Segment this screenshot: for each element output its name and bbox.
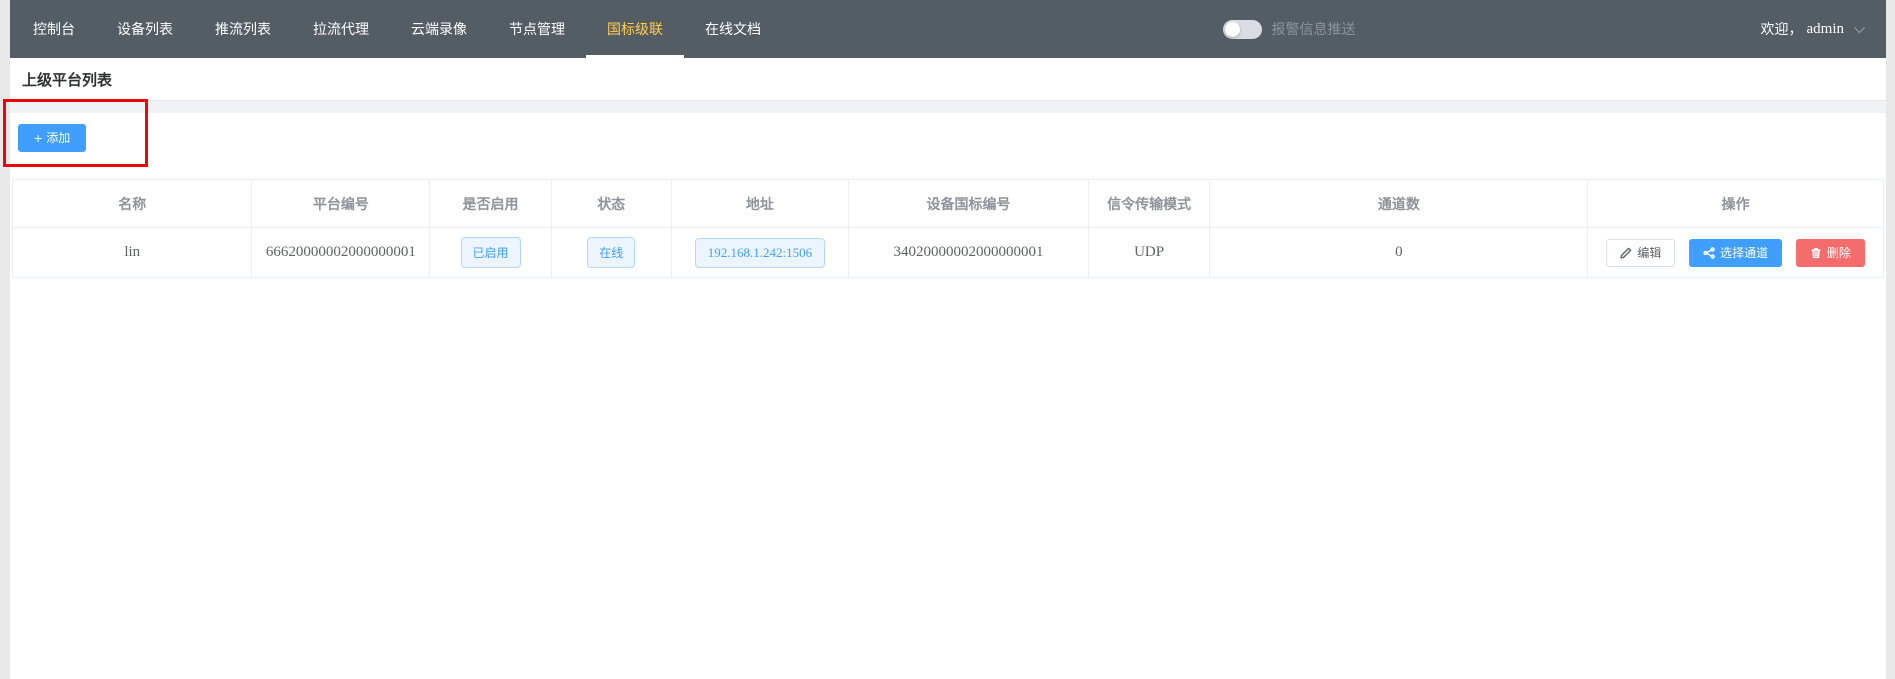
cell-platform-id: 66620000002000000001	[252, 228, 430, 278]
user-menu[interactable]: 欢迎， admin	[1761, 0, 1887, 58]
top-navbar: 控制台 设备列表 推流列表 拉流代理 云端录像 节点管理 国标级联 在线文档 报…	[10, 0, 1886, 58]
username: admin	[1807, 21, 1845, 38]
tab-gb-cascade[interactable]: 国标级联	[586, 0, 684, 58]
platform-table: 名称 平台编号 是否启用 状态 地址 设备国标编号 信令传输模式 通道数 操作 …	[12, 179, 1884, 278]
tab-device-list[interactable]: 设备列表	[96, 0, 194, 58]
column-header-name: 名称	[13, 180, 252, 228]
page-title: 上级平台列表	[22, 69, 112, 90]
add-button-label: 添加	[46, 132, 70, 144]
share-icon	[1703, 247, 1715, 259]
cell-status: 在线	[551, 228, 671, 278]
cell-actions: 编辑	[1588, 228, 1884, 278]
address-badge[interactable]: 192.168.1.242:1506	[695, 238, 825, 268]
edit-button[interactable]: 编辑	[1606, 239, 1675, 267]
section-divider	[10, 101, 1886, 113]
chevron-down-icon	[1854, 22, 1865, 33]
tab-console[interactable]: 控制台	[12, 0, 96, 58]
alarm-push-toggle[interactable]	[1223, 20, 1262, 39]
cell-address: 192.168.1.242:1506	[671, 228, 849, 278]
column-header-address: 地址	[671, 180, 849, 228]
tab-pull-proxy[interactable]: 拉流代理	[292, 0, 390, 58]
column-header-enabled: 是否启用	[430, 180, 552, 228]
enabled-badge[interactable]: 已启用	[461, 237, 521, 268]
table-header-row: 名称 平台编号 是否启用 状态 地址 设备国标编号 信令传输模式 通道数 操作	[13, 180, 1884, 228]
cell-transport: UDP	[1088, 228, 1210, 278]
column-header-actions: 操作	[1588, 180, 1884, 228]
cell-device-gb-id: 34020000002000000001	[849, 228, 1088, 278]
delete-button[interactable]: 删除	[1796, 239, 1865, 267]
alarm-push-label: 报警信息推送	[1272, 19, 1356, 39]
plus-icon: +	[34, 131, 42, 145]
trash-icon	[1810, 247, 1822, 259]
cell-enabled: 已启用	[430, 228, 552, 278]
table-row: lin 66620000002000000001 已启用 在线 192.168.…	[13, 228, 1884, 278]
toggle-knob-icon	[1225, 22, 1240, 37]
column-header-platform-id: 平台编号	[252, 180, 430, 228]
delete-button-label: 删除	[1827, 247, 1851, 259]
main-content: + 添加 名称 平台编号 是否启用 状态 地址 设备国标编号 信令传输模式 通道…	[10, 113, 1886, 678]
page-title-bar: 上级平台列表	[10, 58, 1886, 101]
alarm-push-toggle-group: 报警信息推送	[1223, 0, 1356, 58]
column-header-status: 状态	[551, 180, 671, 228]
column-header-device-gb-id: 设备国标编号	[849, 180, 1088, 228]
tab-online-docs[interactable]: 在线文档	[684, 0, 782, 58]
status-badge[interactable]: 在线	[587, 237, 635, 268]
add-button[interactable]: + 添加	[18, 124, 86, 152]
column-header-transport: 信令传输模式	[1088, 180, 1210, 228]
edit-button-label: 编辑	[1637, 247, 1661, 259]
select-channel-button-label: 选择通道	[1720, 247, 1768, 259]
edit-pencil-icon	[1620, 247, 1632, 259]
select-channel-button[interactable]: 选择通道	[1689, 239, 1782, 267]
column-header-channels: 通道数	[1210, 180, 1588, 228]
cell-name: lin	[13, 228, 252, 278]
tab-push-list[interactable]: 推流列表	[194, 0, 292, 58]
welcome-text: 欢迎，	[1761, 19, 1803, 39]
tab-cloud-record[interactable]: 云端录像	[390, 0, 488, 58]
cell-channels: 0	[1210, 228, 1588, 278]
tab-node-manage[interactable]: 节点管理	[488, 0, 586, 58]
app-window: 控制台 设备列表 推流列表 拉流代理 云端录像 节点管理 国标级联 在线文档 报…	[10, 0, 1886, 679]
